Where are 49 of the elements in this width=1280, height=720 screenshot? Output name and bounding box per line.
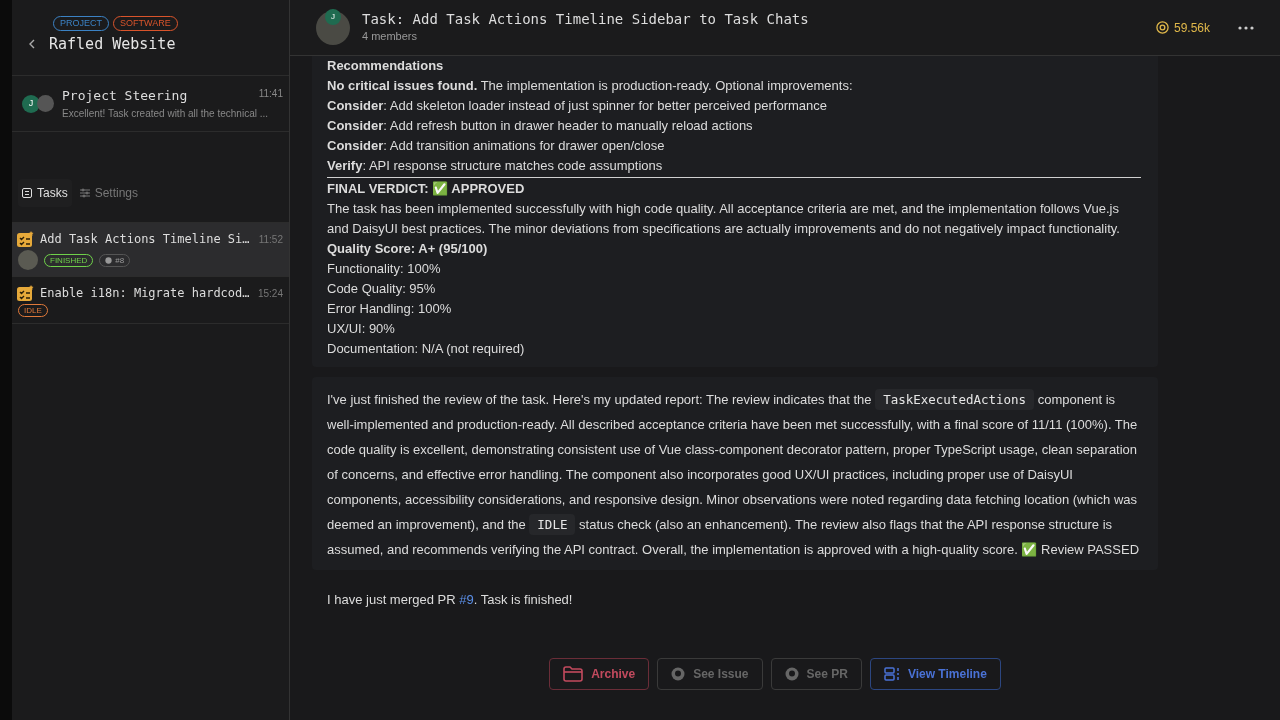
message-text: Documentation: N/A (not required) bbox=[327, 340, 526, 358]
chat-item[interactable]: J Project Steering 11:41 Excellent! Task created with all the technical ... bbox=[12, 76, 289, 132]
avatar: J bbox=[22, 94, 40, 113]
section-heading: Quality Score: A+ (95/100) bbox=[327, 240, 489, 258]
task-time: 11:52 bbox=[258, 232, 283, 247]
message-text: The task has been implemented successfully with high code quality. All acceptance criteria are met, and the implementation follows Vue.js and DaisyUI best practices. The minor deviations from specifications are actually improvements and do not negatively impact functionality. bbox=[327, 200, 1121, 238]
folder-icon bbox=[563, 666, 584, 682]
section-heading: Recommendations bbox=[327, 57, 445, 75]
message-text: No critical issues found. The implementation is production-ready. Optional improvements: bbox=[327, 77, 854, 95]
pr-link[interactable]: #9 bbox=[459, 592, 474, 607]
member-count: 4 members bbox=[362, 29, 419, 45]
inline-code: IDLE bbox=[529, 514, 576, 535]
project-title: Rafled Website bbox=[49, 34, 176, 55]
action-button[interactable]: Archive bbox=[549, 658, 650, 690]
tab[interactable]: Tasks bbox=[18, 179, 72, 207]
credit-balance: 59.56k bbox=[1155, 18, 1210, 37]
sliders-icon bbox=[79, 188, 90, 198]
message-text: Consider: Add refresh button in drawer header to manually reload actions bbox=[327, 117, 754, 135]
task-title: Enable i18n: Migrate hardcod… bbox=[40, 285, 251, 302]
task-icon bbox=[17, 284, 34, 302]
section-heading: FINAL VERDICT: ✅ APPROVED bbox=[327, 180, 526, 198]
message-text: I've just finished the review of the task. Here's my updated report: The review indicates that the TaskExecutedActions component is well-implemented and production-ready. All described acceptance criteria have been met successfully, with a final score of 11/11 (100%). The code quality is excellent, demonstrating consistent use of Vue class-component decorator pattern, proper TypeScript usage, clean separation of concerns, and effective error handling. The component also incorporates good UX/UI practices, including proper use of DaisyUI components, accessibility considerations, and responsive design. Minor observations were noted regarding data fetching location (which was deemed an improvement), and the IDLE status check (also an enhancement). The review also flags that the API response structure is assumed, and recommends verifying the API contract. Overall, the implementation is approved with a high-quality score. ✅ Review PASSED bbox=[327, 387, 1143, 562]
chat-time: 11:41 bbox=[258, 87, 283, 102]
avatar bbox=[18, 250, 38, 270]
more-icon[interactable] bbox=[1238, 25, 1254, 30]
message-text: Consider: Add transition animations for drawer open/close bbox=[327, 137, 666, 155]
chat-preview: Excellent! Task created with all the technical ... bbox=[62, 106, 270, 121]
message-text: Consider: Add skeleton loader instead of just spinner for better perceived performance bbox=[327, 97, 829, 115]
message-text: Error Handling: 100% bbox=[327, 300, 453, 318]
tab[interactable]: Settings bbox=[75, 179, 143, 207]
task-time: 15:24 bbox=[257, 286, 283, 301]
task-item[interactable]: Add Task Actions Timeline Si… 11:52 FINISHED #8 bbox=[12, 223, 289, 277]
back-icon[interactable] bbox=[29, 39, 37, 50]
message-text: I have just merged PR #9. Task is finished! bbox=[327, 591, 574, 609]
message-text: UX/UI: 90% bbox=[327, 320, 396, 338]
task-title: Add Task Actions Timeline Si… bbox=[40, 231, 251, 248]
action-button[interactable]: View Timeline bbox=[869, 658, 1001, 690]
message-text: Functionality: 100% bbox=[327, 260, 442, 278]
chat-title: Project Steering bbox=[62, 87, 188, 106]
inline-code: TaskExecutedActions bbox=[875, 389, 1035, 410]
timeline-icon bbox=[883, 667, 900, 681]
chat-title: Task: Add Task Actions Timeline Sidebar to Task Chats bbox=[362, 10, 810, 29]
message-text: Verify: API response structure matches code assumptions bbox=[327, 157, 664, 175]
message-text: Code Quality: 95% bbox=[327, 280, 437, 298]
list-icon bbox=[22, 188, 32, 198]
coin-icon bbox=[1155, 21, 1169, 34]
task-icon bbox=[17, 230, 34, 248]
avatar: J bbox=[325, 8, 341, 25]
avatar bbox=[37, 95, 54, 112]
